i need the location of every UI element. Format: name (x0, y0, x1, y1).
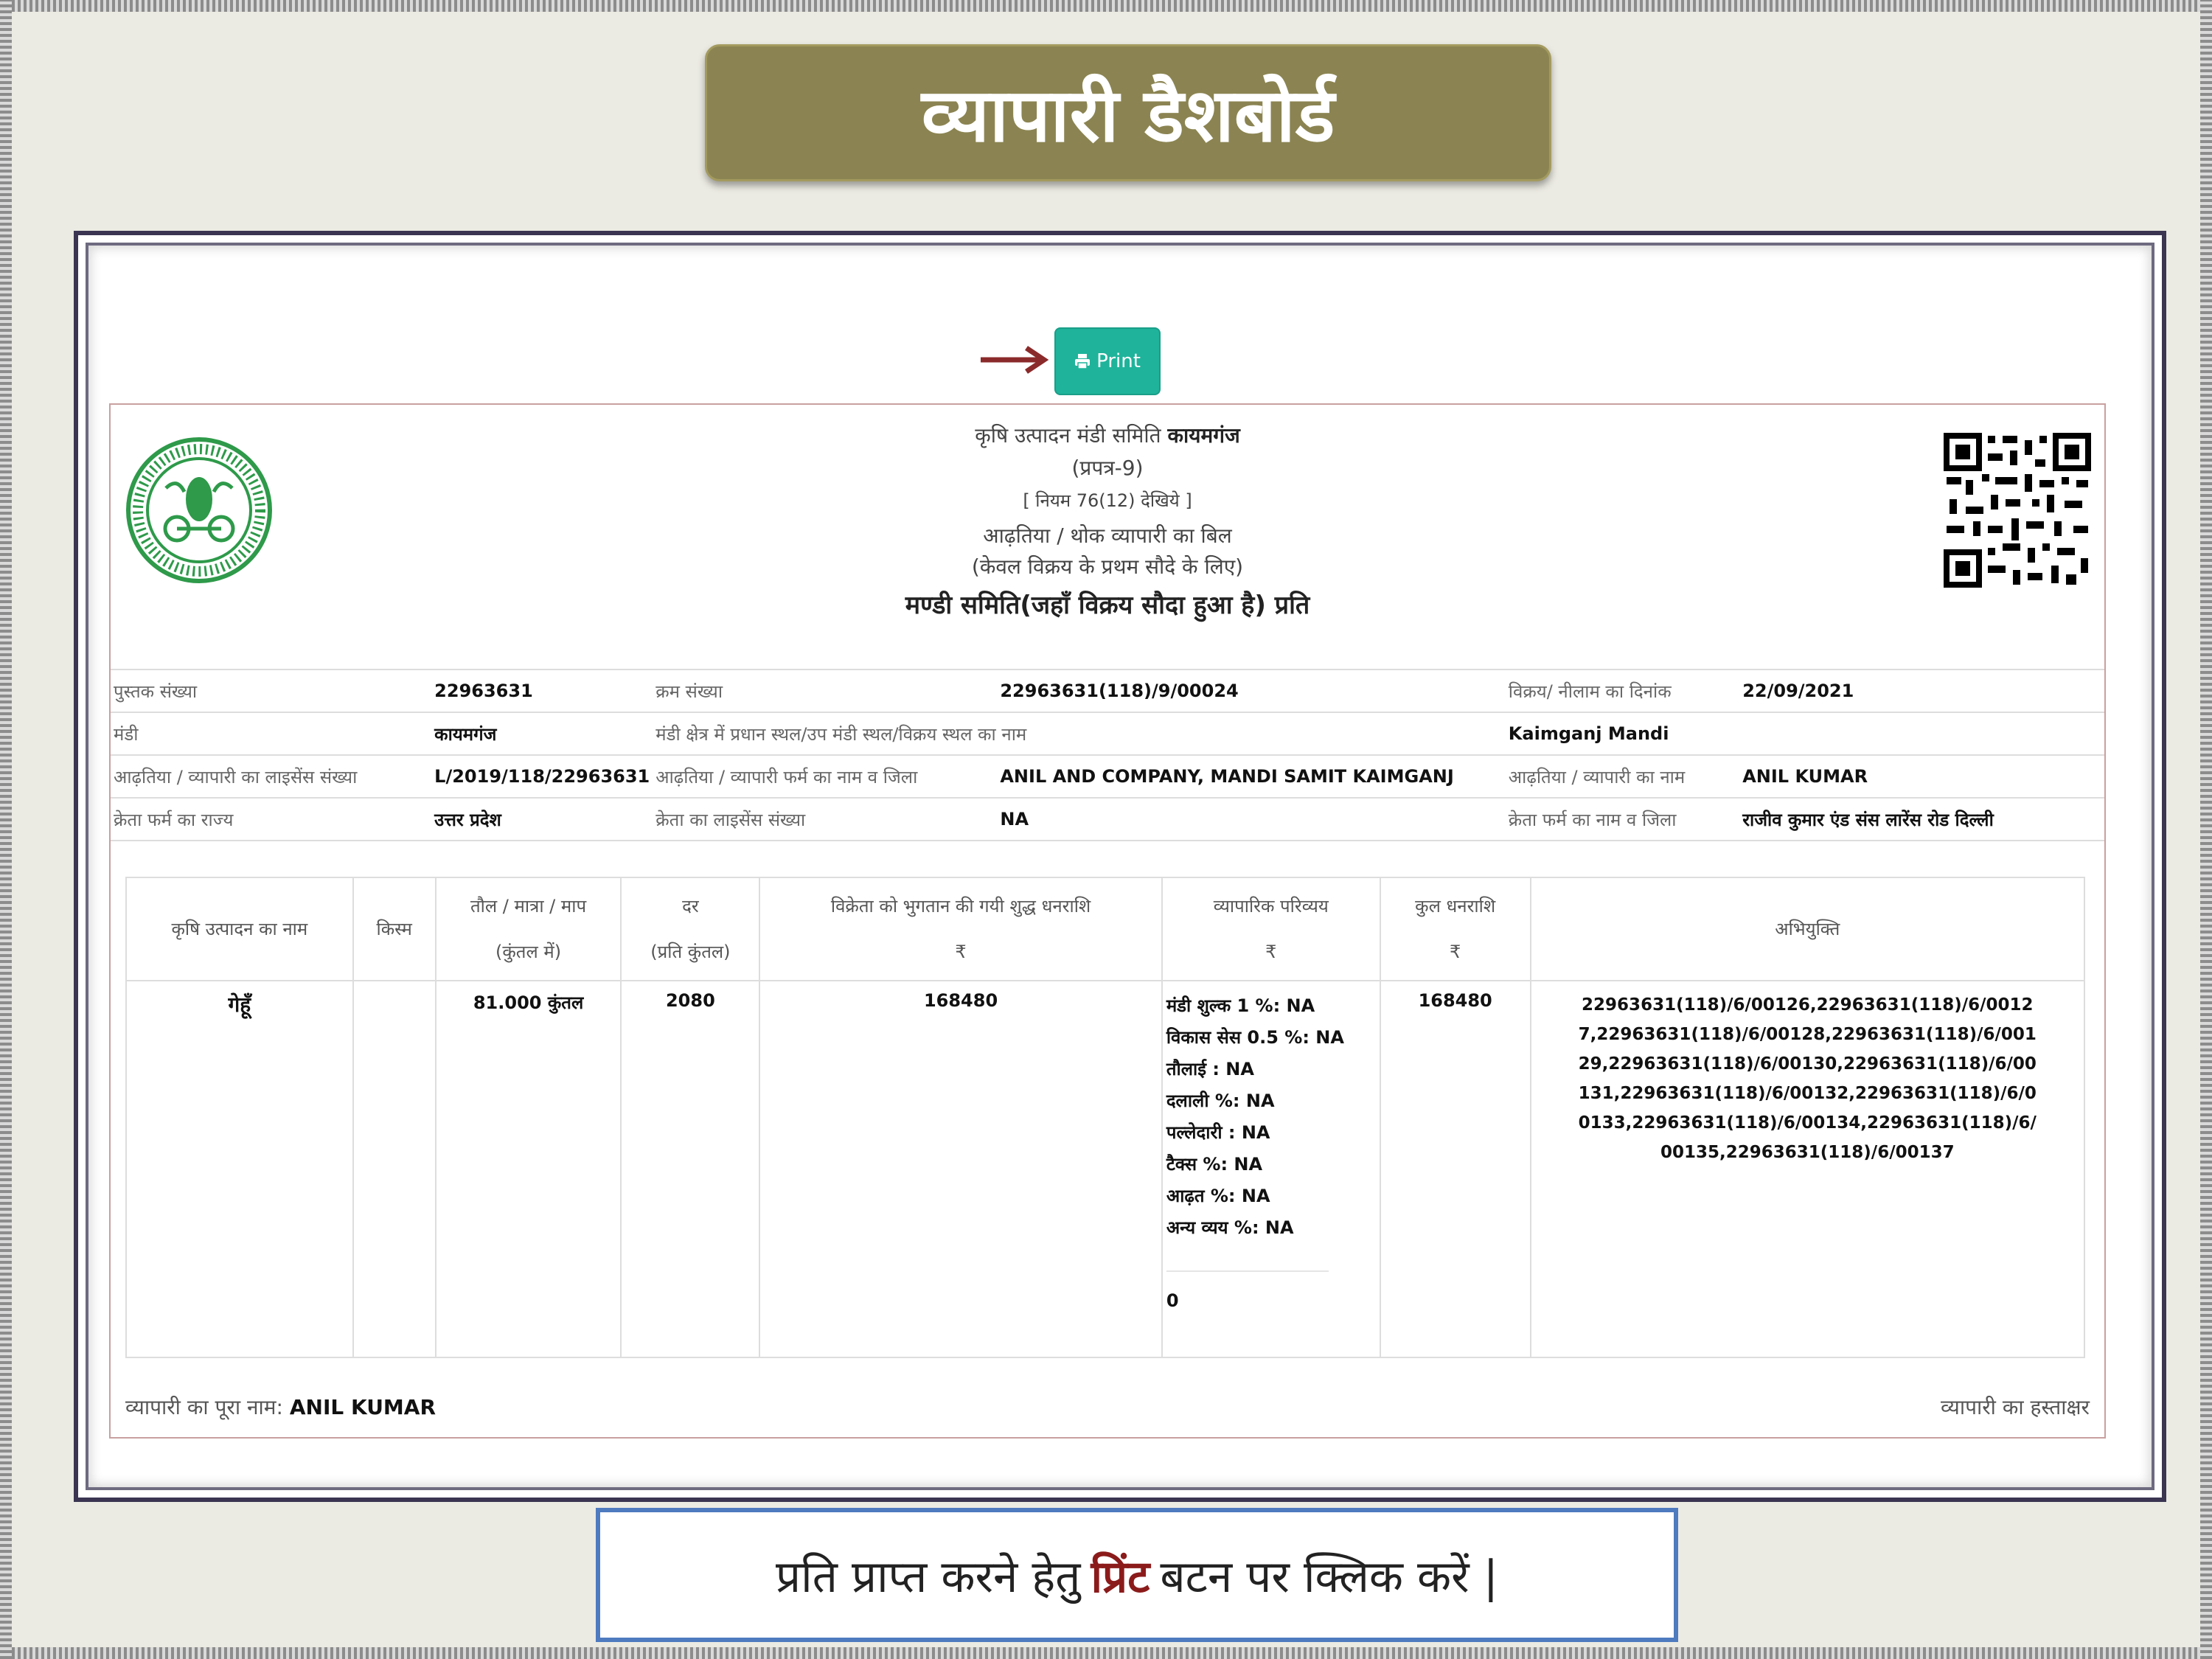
rate-header-line1: दर (682, 896, 699, 917)
firm-name-value: ANIL AND COMPANY, MANDI SAMIT KAIMGANJ (997, 754, 1506, 799)
slide-border-right (2200, 0, 2212, 1659)
bill-document: कृषि उत्पादन मंडी समिति कायमगंज (प्रपत्र… (109, 403, 2106, 1439)
trader-signature: व्यापारी का हस्ताक्षर (1941, 1395, 2090, 1419)
expense-list: मंडी शुल्क 1 %: NA विकास सेस 0.5 %: NA त… (1164, 990, 1379, 1317)
trader-name-value: ANIL KUMAR (1739, 754, 2104, 799)
product-header: कृषि उत्पादन का नाम (125, 877, 354, 981)
remarks-cell: 22963631(118)/6/00126,22963631(118)/6/00… (1529, 980, 2086, 1358)
bill-subtitle: (केवल विक्रय के प्रथम सौदे के लिए) (971, 554, 1244, 579)
sale-date-label: विक्रय/ नीलाम का दिनांक (1505, 669, 1740, 713)
license-number-value: L/2019/118/22963631 (431, 754, 653, 799)
instruction-text-after: बटन पर क्लिक करें | (1160, 1551, 1498, 1603)
serial-number-value: 22963631(118)/9/00024 (997, 669, 1506, 713)
net-amount-header-line2: ₹ (955, 942, 967, 962)
expenses-header: व्यापारिक परिव्यय ₹ (1161, 877, 1381, 981)
rule-reference: [ नियम 76(12) देखिये ] (1023, 490, 1192, 511)
expense-weighing: तौलाई : NA (1166, 1059, 1254, 1079)
expense-commission: आढ़त %: NA (1166, 1186, 1270, 1206)
buyer-state-value: उत्तर प्रदेश (431, 797, 653, 841)
variety-cell (352, 980, 437, 1358)
rate-cell: 2080 (620, 980, 761, 1358)
book-number-value: 22963631 (431, 669, 653, 713)
print-button-label: Print (1096, 350, 1141, 372)
quantity-header-line1: तौल / मात्रा / माप (470, 896, 587, 917)
table-row: गेहूँ 81.000 कुंतल 2080 168480 मंडी शुल्… (125, 980, 2086, 1358)
instruction-text-before: प्रति प्राप्त करने हेतु (776, 1551, 1081, 1603)
expense-development-cess: विकास सेस 0.5 %: NA (1166, 1027, 1344, 1048)
sale-place-value: Kaimganj Mandi (1505, 712, 2104, 756)
info-row: पुस्तक संख्या 22963631 क्रम संख्या 22963… (111, 669, 2104, 713)
buyer-state-label: क्रेता फर्म का राज्य (111, 797, 432, 841)
committee-name: कायमगंज (1167, 423, 1240, 448)
buyer-firm-label: क्रेता फर्म का नाम व जिला (1505, 797, 1740, 841)
info-row: मंडी कायमगंज मंडी क्षेत्र में प्रधान स्थ… (111, 712, 2104, 756)
slide-title: व्यापारी डैशबोर्ड (705, 44, 1551, 181)
book-number-label: पुस्तक संख्या (111, 669, 432, 713)
buyer-firm-value: राजीव कुमार एंड संस लारेंस रोड दिल्ली (1739, 797, 2104, 841)
remarks-text: 22963631(118)/6/00126,22963631(118)/6/00… (1578, 995, 2037, 1162)
quantity-cell: 81.000 कुंतल (434, 980, 622, 1358)
copy-for: मण्डी समिति(जहाँ विक्रय सौदा हुआ है) प्र… (905, 591, 1310, 620)
form-number: (प्रपत्र-9) (1071, 456, 1144, 480)
total-cell: 168480 (1379, 980, 1531, 1358)
expense-other: अन्य व्यय %: NA (1166, 1217, 1294, 1238)
product-cell: गेहूँ (125, 980, 354, 1358)
expense-brokerage: दलाली %: NA (1166, 1091, 1275, 1111)
rate-header-line2: (प्रति कुंतल) (650, 942, 731, 962)
serial-number-label: क्रम संख्या (653, 669, 998, 713)
expenses-header-line2: ₹ (1265, 942, 1277, 962)
bill-info-table: पुस्तक संख्या 22963631 क्रम संख्या 22963… (111, 669, 2104, 841)
quantity-header: तौल / मात्रा / माप (कुंतल में) (434, 877, 622, 981)
remarks-header: अभियुक्ति (1529, 877, 2086, 981)
net-amount-header-line1: विक्रेता को भुगतान की गयी शुद्ध धनराशि (830, 896, 1091, 917)
rate-header: दर (प्रति कुंतल) (620, 877, 761, 981)
expense-total: 0 (1166, 1290, 1179, 1311)
expense-divider (1166, 1270, 1329, 1272)
license-number-label: आढ़तिया / व्यापारी का लाइसेंस संख्या (111, 754, 432, 799)
net-amount-header: विक्रेता को भुगतान की गयी शुद्ध धनराशि ₹ (759, 877, 1163, 981)
expense-loading: पल्लेदारी : NA (1166, 1122, 1270, 1143)
bill-title: आढ़तिया / थोक व्यापारी का बिल (983, 524, 1232, 548)
trader-full-name-value: ANIL KUMAR (289, 1395, 437, 1419)
buyer-license-value: NA (997, 797, 1506, 841)
arrow-right-icon (981, 346, 1049, 374)
expense-tax: टैक्स %: NA (1166, 1154, 1263, 1175)
total-header: कुल धनराशि ₹ (1379, 877, 1531, 981)
mandi-value: कायमगंज (431, 712, 653, 756)
trader-full-name-label: व्यापारी का पूरा नाम: (125, 1395, 283, 1419)
expenses-header-line1: व्यापारिक परिव्यय (1213, 896, 1329, 917)
slide-border-left (0, 0, 12, 1659)
quantity-header-line2: (कुंतल में) (495, 942, 562, 962)
info-row: आढ़तिया / व्यापारी का लाइसेंस संख्या L/2… (111, 754, 2104, 799)
slide-border-bottom (0, 1647, 2212, 1659)
committee-line: कृषि उत्पादन मंडी समिति कायमगंज (111, 420, 2104, 452)
goods-header-row: कृषि उत्पादन का नाम किस्म तौल / मात्रा /… (125, 877, 2086, 981)
printer-icon (1075, 354, 1091, 369)
variety-header: किस्म (352, 877, 437, 981)
info-row: क्रेता फर्म का राज्य उत्तर प्रदेश क्रेता… (111, 797, 2104, 841)
sale-place-label: मंडी क्षेत्र में प्रधान स्थल/उप मंडी स्थ… (653, 712, 1506, 756)
instruction-highlight: प्रिंट (1091, 1551, 1150, 1603)
instruction-box: प्रति प्राप्त करने हेतु प्रिंट बटन पर क्… (596, 1508, 1678, 1642)
total-header-line1: कुल धनराशि (1415, 896, 1496, 917)
sale-date-value: 22/09/2021 (1739, 669, 2104, 713)
committee-prefix: कृषि उत्पादन मंडी समिति (975, 423, 1161, 448)
trader-full-name: व्यापारी का पूरा नाम: ANIL KUMAR (125, 1393, 436, 1421)
slide-border-top (0, 0, 2212, 12)
bill-header: कृषि उत्पादन मंडी समिति कायमगंज (प्रपत्र… (111, 420, 2104, 622)
net-amount-cell: 168480 (759, 980, 1163, 1358)
expenses-cell: मंडी शुल्क 1 %: NA विकास सेस 0.5 %: NA त… (1161, 980, 1381, 1358)
total-header-line2: ₹ (1450, 942, 1461, 962)
buyer-license-label: क्रेता का लाइसेंस संख्या (653, 797, 998, 841)
print-button[interactable]: Print (1054, 327, 1161, 395)
mandi-label: मंडी (111, 712, 432, 756)
goods-table: कृषि उत्पादन का नाम किस्म तौल / मात्रा /… (125, 877, 2086, 1358)
expense-mandi-fee: मंडी शुल्क 1 %: NA (1166, 995, 1315, 1016)
trader-name-label: आढ़तिया / व्यापारी का नाम (1505, 754, 1740, 799)
firm-name-label: आढ़तिया / व्यापारी फर्म का नाम व जिला (653, 754, 998, 799)
